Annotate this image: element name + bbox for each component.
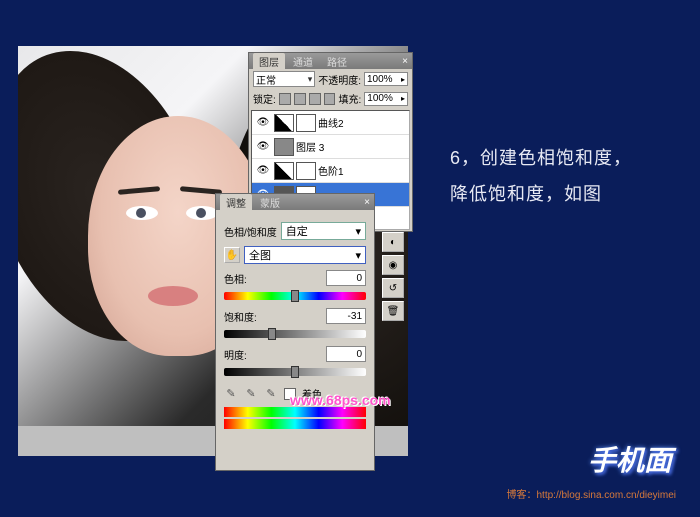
opacity-label: 不透明度: [318,72,361,87]
tool-button[interactable]: ◐ [382,232,404,252]
preset-select[interactable]: 自定 [281,222,366,240]
tab-layers[interactable]: 图层 [253,53,285,70]
light-input[interactable]: 0 [326,346,366,362]
tab-mask[interactable]: 蒙版 [254,194,286,211]
credit-url: http://blog.sina.com.cn/dieyimei [536,490,676,501]
visibility-eye-icon[interactable]: 👁 [255,139,271,155]
fill-input[interactable]: 100% [364,92,408,106]
visibility-eye-icon[interactable]: 👁 [255,115,271,131]
sat-slider[interactable] [224,330,366,338]
panel-titlebar[interactable]: 图层 通道 路径 × [249,53,412,69]
range-value: 全图 [249,247,271,263]
credit: 博客：http://blog.sina.com.cn/dieyimei [506,486,676,501]
hue-value: 0 [356,273,362,284]
layer-mask-thumb [296,162,316,180]
light-label: 明度: [224,347,247,362]
opacity-value: 100% [367,74,393,85]
slider-thumb[interactable] [291,366,299,378]
blend-mode-value: 正常 [256,72,276,87]
lock-label: 锁定: [253,91,276,106]
lock-all-icon[interactable] [324,93,336,105]
tab-channels[interactable]: 通道 [287,53,319,70]
preset-value: 自定 [286,223,308,239]
instruction-text: 6，创建色相饱和度， 降低饱和度，如图 [450,140,632,212]
sat-label: 饱和度: [224,309,257,324]
layer-name: 曲线2 [318,115,344,130]
layer-name: 图层 3 [296,139,324,154]
fill-label: 填充: [339,91,362,106]
tool-button[interactable]: ↺ [382,278,404,298]
panel-titlebar[interactable]: 调整 蒙版 × [216,194,374,210]
layer-item[interactable]: 👁 图层 3 [252,135,409,159]
lock-transparent-icon[interactable] [279,93,291,105]
eyedropper-sub-icon[interactable]: ✎ [264,387,278,401]
range-select[interactable]: 全图 [244,246,366,264]
blend-mode-select[interactable]: 正常 [253,71,315,87]
close-icon[interactable]: × [364,197,370,208]
eyedropper-icon[interactable]: ✎ [224,387,238,401]
instruction-line: 6，创建色相饱和度， [450,140,632,176]
watermark: www.68ps.com [290,392,391,408]
fill-value: 100% [367,93,393,104]
layer-item[interactable]: 👁 色阶1 [252,159,409,183]
layer-name: 色阶1 [318,163,344,178]
hue-strip [224,419,366,429]
lock-paint-icon[interactable] [294,93,306,105]
hue-input[interactable]: 0 [326,270,366,286]
tab-adjust[interactable]: 调整 [220,194,252,211]
instruction-line: 降低饱和度，如图 [450,176,632,212]
hsl-title: 色相/饱和度 [224,224,277,239]
tool-button[interactable]: 🗑 [382,301,404,321]
hue-slider[interactable] [224,292,366,300]
slider-thumb[interactable] [291,290,299,302]
sat-input[interactable]: -31 [326,308,366,324]
layer-item[interactable]: 👁 曲线2 [252,111,409,135]
eyedropper-add-icon[interactable]: ✎ [244,387,258,401]
light-value: 0 [356,349,362,360]
close-icon[interactable]: × [402,56,408,67]
side-tools: ◐ ◉ ↺ 🗑 [378,232,408,321]
slider-thumb[interactable] [268,328,276,340]
layer-thumb [274,114,294,132]
hsl-panel: 调整 蒙版 × 色相/饱和度 自定 ✋ 全图 色相: 0 饱和度: -31 明度: 0… [215,193,375,471]
eye [126,206,158,220]
lips [148,286,198,306]
sat-value: -31 [348,311,362,322]
light-slider[interactable] [224,368,366,376]
visibility-eye-icon[interactable]: 👁 [255,163,271,179]
tab-paths[interactable]: 路径 [321,53,353,70]
logo: 手机面 [588,439,672,479]
layer-mask-thumb [296,114,316,132]
eye [186,206,218,220]
hue-strip [224,407,366,417]
opacity-input[interactable]: 100% [364,72,408,86]
credit-label: 博客： [506,490,536,501]
layer-thumb [274,138,294,156]
lock-position-icon[interactable] [309,93,321,105]
tool-button[interactable]: ◉ [382,255,404,275]
hand-icon[interactable]: ✋ [224,247,240,263]
hue-label: 色相: [224,271,247,286]
layer-thumb [274,162,294,180]
